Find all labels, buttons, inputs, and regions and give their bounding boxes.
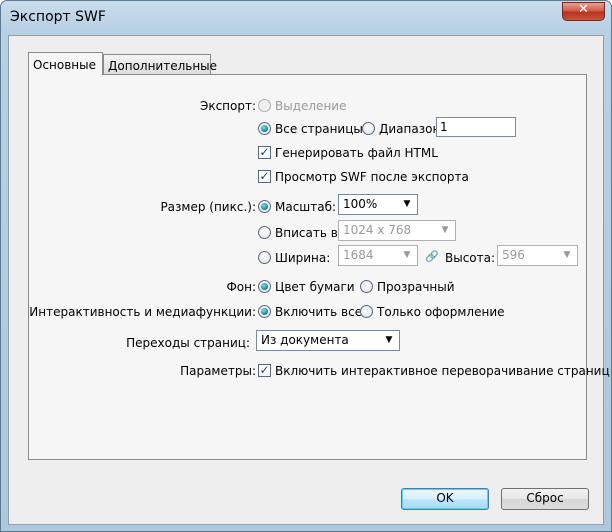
chevron-down-icon: ▼ bbox=[403, 250, 411, 260]
options-label: Параметры: bbox=[180, 364, 256, 378]
window-title: Экспорт SWF bbox=[10, 9, 106, 25]
scale-label: Масштаб: bbox=[275, 200, 337, 214]
chevron-down-icon: ▼ bbox=[441, 225, 449, 235]
width-value: 1684 bbox=[343, 248, 374, 262]
fit-label: Вписать в: bbox=[275, 226, 342, 240]
height-select[interactable]: 596 ▼ bbox=[497, 245, 578, 266]
transitions-value: Из документа bbox=[261, 333, 349, 347]
general-panel: Экспорт: Выделение Все страницы Диапазон… bbox=[28, 74, 610, 460]
fit-radio[interactable] bbox=[258, 226, 271, 239]
preview-checkbox[interactable]: ✓ bbox=[258, 170, 271, 183]
height-label: Высота: bbox=[445, 251, 496, 265]
title-bar[interactable]: Экспорт SWF ✕ bbox=[1, 1, 611, 35]
selection-radio[interactable] bbox=[258, 99, 271, 112]
appearance-only-label: Только оформление bbox=[377, 305, 505, 319]
interactivity-label: Интерактивность и медиафункции: bbox=[29, 305, 256, 319]
page-curl-label: Включить интерактивное переворачивание с… bbox=[275, 364, 610, 378]
ok-button[interactable]: OK bbox=[401, 488, 489, 510]
export-label: Экспорт: bbox=[199, 99, 256, 113]
selection-label: Выделение bbox=[275, 99, 347, 113]
scale-value: 100% bbox=[343, 197, 378, 211]
all-pages-label: Все страницы bbox=[275, 122, 363, 136]
export-swf-dialog: Экспорт SWF ✕ Основные Дополнительные Эк… bbox=[0, 0, 612, 532]
dialog-client: Основные Дополнительные Экспорт: Выделен… bbox=[8, 35, 610, 525]
include-all-radio[interactable] bbox=[258, 305, 271, 318]
tab-advanced[interactable]: Дополнительные bbox=[103, 54, 217, 75]
include-all-label: Включить все bbox=[275, 305, 363, 319]
page-curl-checkbox[interactable]: ✓ bbox=[258, 364, 271, 377]
width-select[interactable]: 1684 ▼ bbox=[338, 245, 418, 266]
chevron-down-icon: ▼ bbox=[563, 250, 571, 260]
close-button[interactable]: ✕ bbox=[562, 2, 605, 21]
transitions-select[interactable]: Из документа ▼ bbox=[256, 330, 400, 351]
chevron-down-icon: ▼ bbox=[403, 199, 411, 209]
all-pages-radio[interactable] bbox=[258, 122, 271, 135]
generate-html-label: Генерировать файл HTML bbox=[275, 146, 438, 160]
fit-select[interactable]: 1024 x 768 ▼ bbox=[338, 220, 456, 241]
chain-link-icon[interactable]: 🔗 bbox=[425, 250, 439, 263]
range-radio[interactable] bbox=[362, 122, 375, 135]
reset-button[interactable]: Сброс bbox=[501, 488, 589, 510]
width-radio[interactable] bbox=[258, 251, 271, 264]
chevron-down-icon: ▼ bbox=[385, 335, 393, 345]
paper-color-radio[interactable] bbox=[258, 280, 271, 293]
generate-html-checkbox[interactable]: ✓ bbox=[258, 146, 271, 159]
size-label: Размер (пикс.): bbox=[160, 200, 256, 214]
transitions-label: Переходы страниц: bbox=[126, 336, 250, 350]
tab-general-label: Основные bbox=[33, 58, 97, 72]
fit-value: 1024 x 768 bbox=[343, 223, 412, 237]
scale-radio[interactable] bbox=[258, 200, 271, 213]
tab-advanced-label: Дополнительные bbox=[108, 59, 218, 73]
background-label: Фон: bbox=[226, 280, 256, 294]
height-value: 596 bbox=[502, 248, 525, 262]
paper-color-label: Цвет бумаги bbox=[275, 280, 355, 294]
transparent-label: Прозрачный bbox=[377, 280, 455, 294]
range-input[interactable]: 1 bbox=[436, 117, 516, 137]
appearance-only-radio[interactable] bbox=[360, 305, 373, 318]
width-label: Ширина: bbox=[275, 251, 331, 265]
range-label: Диапазон: bbox=[379, 122, 445, 136]
tab-general[interactable]: Основные bbox=[28, 52, 103, 75]
scale-select[interactable]: 100% ▼ bbox=[338, 194, 418, 215]
close-icon: ✕ bbox=[578, 2, 589, 17]
transparent-radio[interactable] bbox=[360, 280, 373, 293]
preview-label: Просмотр SWF после экспорта bbox=[275, 170, 469, 184]
